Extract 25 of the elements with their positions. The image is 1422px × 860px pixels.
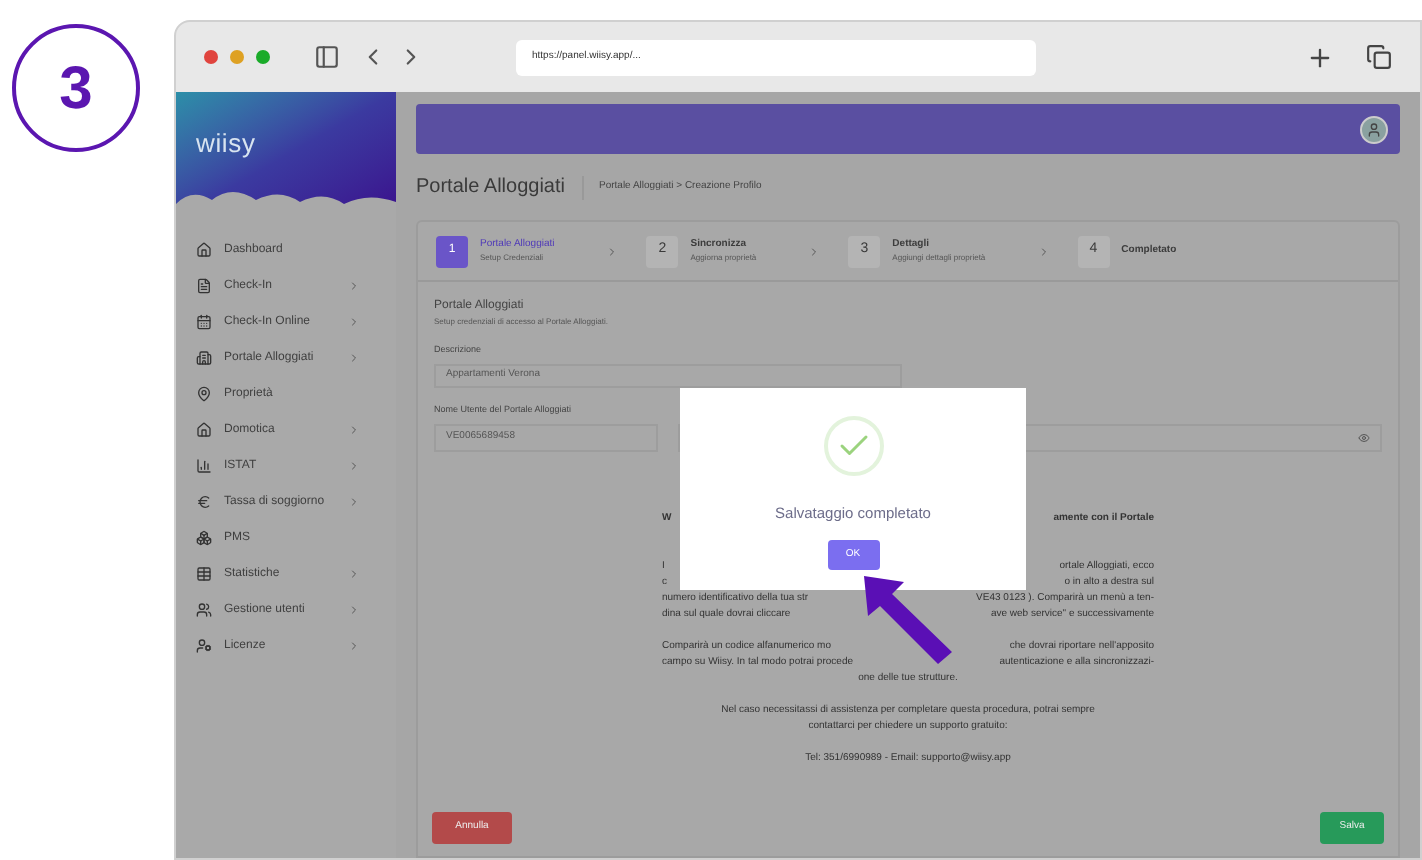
chevron-icon [1037, 245, 1050, 257]
document-icon [196, 278, 212, 294]
eye-icon[interactable] [1358, 431, 1370, 443]
buildings-icon [196, 350, 212, 366]
users-icon [196, 602, 212, 618]
pointer-arrow-icon [862, 574, 954, 666]
euro-icon [196, 494, 212, 510]
boxes-icon [196, 530, 212, 546]
calendar-icon [196, 314, 212, 330]
house-icon [196, 422, 212, 438]
logo: wiisy [196, 128, 256, 158]
new-tab-icon[interactable] [1306, 43, 1334, 71]
avatar-icon[interactable] [1360, 115, 1388, 143]
tabs-overview-icon[interactable] [1366, 44, 1392, 70]
chart-icon [196, 458, 212, 474]
step-number: 3 [12, 24, 140, 152]
page-title: Portale Alloggiati [416, 174, 565, 202]
chevron-icon [606, 245, 619, 257]
table-icon [196, 566, 212, 582]
user-gear-icon [196, 638, 212, 654]
check-icon [823, 416, 883, 476]
home-icon [196, 242, 212, 258]
chevron-icon [808, 245, 821, 257]
sidebar-toggle-icon[interactable] [314, 44, 340, 70]
map-pin-icon [196, 386, 212, 402]
